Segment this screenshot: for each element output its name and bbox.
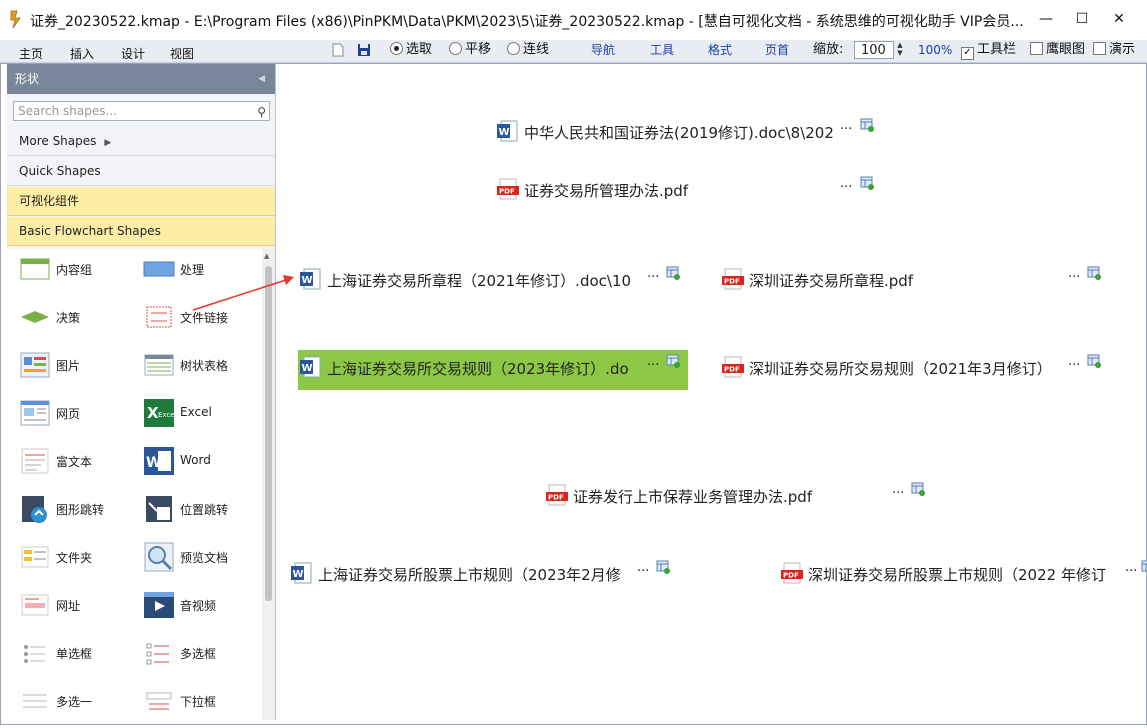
arrow-head-icon	[283, 275, 294, 285]
connector-layer	[192, 275, 294, 311]
connector-arrow[interactable]	[192, 279, 287, 311]
